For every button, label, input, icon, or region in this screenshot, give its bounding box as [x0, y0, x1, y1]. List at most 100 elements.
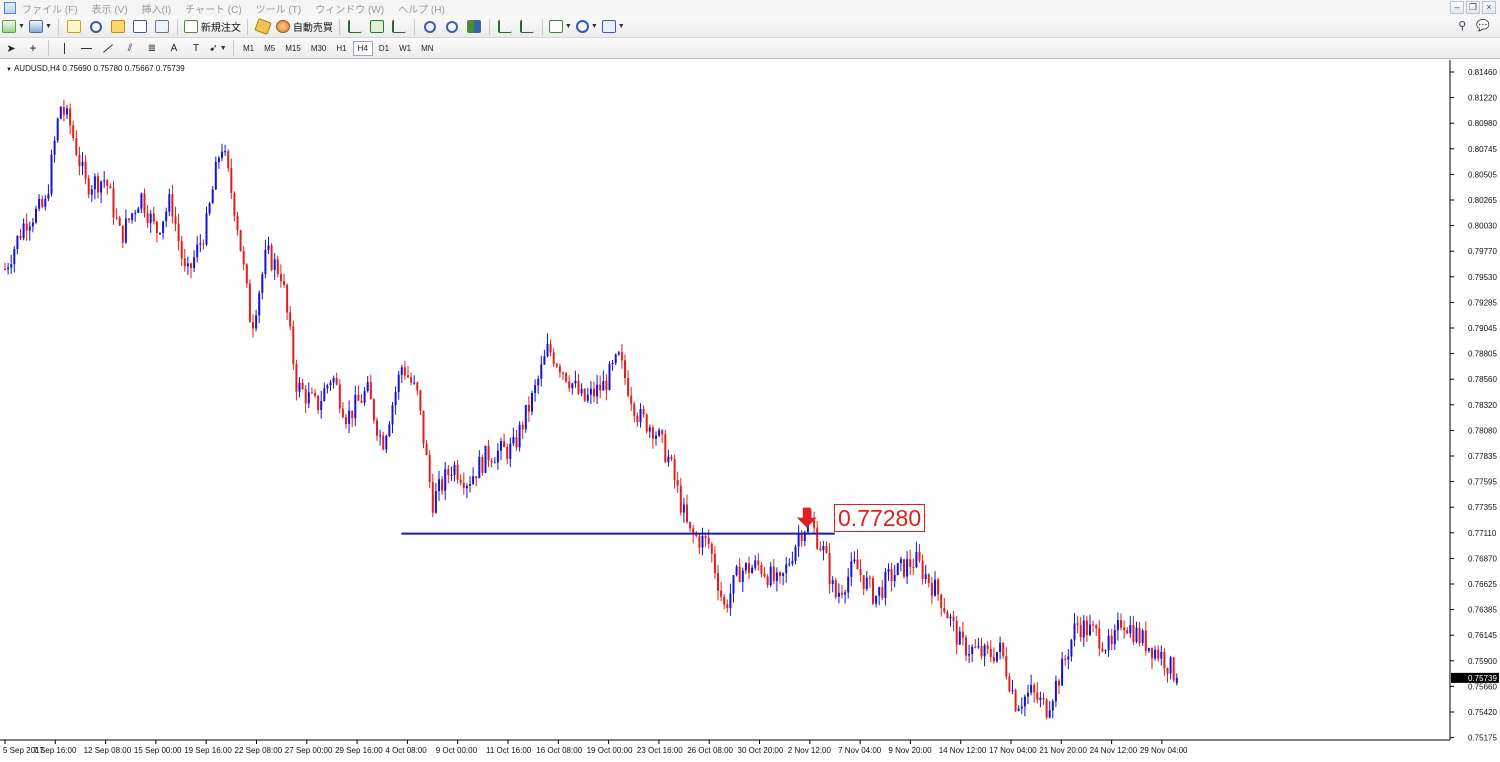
candle-body — [974, 646, 977, 648]
candle-body — [704, 535, 707, 538]
new-chart-button[interactable]: ▼ — [2, 18, 25, 36]
menu-file[interactable]: ファイル (F) — [22, 1, 78, 16]
new-order-button[interactable]: 新規注文 — [183, 18, 241, 36]
candle-body — [326, 385, 329, 389]
timeframe-d1[interactable]: D1 — [375, 42, 393, 55]
candle-body — [345, 417, 347, 424]
fibonacci-button[interactable]: ≣ — [143, 39, 161, 57]
indicators-button[interactable]: ▼ — [548, 18, 572, 36]
candle-body — [388, 424, 391, 437]
candle-body — [713, 553, 716, 574]
candle-body — [25, 223, 28, 231]
candle-body — [754, 560, 757, 568]
chart-window[interactable]: 0.81460 0.81220 0.80980 0.80745 0.80505 0.802… — [0, 60, 1500, 762]
channel-button[interactable]: ⫽ — [121, 39, 139, 57]
auto-scroll-icon — [519, 20, 534, 33]
timeframe-w1[interactable]: W1 — [395, 42, 415, 55]
timeframe-m15[interactable]: M15 — [281, 42, 305, 55]
meta-editor-button[interactable] — [254, 17, 272, 36]
navigator-button[interactable] — [109, 18, 127, 36]
candle-body — [236, 215, 239, 231]
candle-body — [255, 315, 258, 329]
candle-body — [1020, 706, 1023, 709]
menu-charts[interactable]: チャート (C) — [185, 1, 242, 16]
candle-body — [909, 559, 912, 568]
text-label-button[interactable]: T — [187, 39, 205, 57]
menu-help[interactable]: ヘルプ (H) — [398, 1, 445, 16]
vertical-line-button[interactable] — [55, 39, 73, 57]
price-tick-label: 0.81460 — [1468, 68, 1497, 77]
menu-window[interactable]: ウィンドウ (W) — [315, 1, 384, 16]
terminal-button[interactable] — [131, 18, 149, 36]
restore-button[interactable]: ❐ — [1466, 1, 1480, 14]
time-tick-label: 7 Sep 16:00 — [33, 746, 77, 755]
price-tick-label: 0.78080 — [1468, 426, 1497, 435]
text-button[interactable]: A — [165, 39, 183, 57]
auto-scroll-button[interactable] — [518, 18, 536, 36]
menu-tools[interactable]: ツール (T) — [256, 1, 302, 16]
trendline-button[interactable] — [99, 39, 117, 57]
crosshair-button[interactable]: + — [24, 39, 42, 57]
minimize-button[interactable]: – — [1450, 1, 1464, 14]
candle-body — [363, 391, 366, 403]
line-chart-button[interactable] — [390, 18, 408, 36]
chart-shift-button[interactable] — [496, 18, 514, 36]
search-icon[interactable]: ⚲ — [1458, 19, 1466, 32]
candle-body — [648, 427, 651, 432]
chevron-down-icon: ▼ — [44, 23, 52, 30]
clock-icon — [575, 20, 589, 33]
candle-body — [903, 559, 905, 577]
candle-body — [323, 388, 326, 402]
candle-body — [586, 394, 589, 401]
candle-body — [44, 198, 47, 207]
candle-body — [893, 575, 896, 582]
time-tick-label: 27 Sep 00:00 — [285, 746, 333, 755]
templates-button[interactable]: ▼ — [601, 18, 625, 36]
cursor-button[interactable]: ➤ — [2, 39, 20, 57]
candle-body — [896, 563, 899, 576]
price-tick-label: 0.75175 — [1468, 734, 1497, 743]
timeframe-mn[interactable]: MN — [417, 42, 437, 55]
zoom-in-button[interactable] — [421, 18, 439, 36]
candle-body — [661, 430, 664, 435]
horizontal-line-button[interactable] — [77, 39, 95, 57]
new-order-label: 新規注文 — [200, 23, 241, 34]
timeframe-h1[interactable]: H1 — [332, 42, 350, 55]
tile-windows-button[interactable] — [465, 18, 483, 36]
candle-body — [782, 573, 785, 576]
market-watch-button[interactable] — [65, 18, 83, 36]
profiles-button[interactable]: ▼ — [28, 18, 52, 36]
candle-body — [90, 189, 93, 195]
candle-body — [1061, 658, 1064, 686]
candlestick-button[interactable] — [368, 18, 386, 36]
menu-view[interactable]: 表示 (V) — [92, 1, 128, 16]
candle-body — [1154, 649, 1157, 659]
candle-body — [152, 213, 155, 222]
candle-body — [481, 457, 484, 473]
zoom-out-button[interactable] — [443, 18, 461, 36]
candle-body — [416, 382, 419, 391]
candle-body — [971, 646, 974, 655]
candle-body — [862, 575, 865, 590]
strategy-tester-button[interactable] — [153, 18, 171, 36]
timeframe-m5[interactable]: M5 — [260, 42, 279, 55]
candle-body — [760, 564, 763, 574]
timeframe-m30[interactable]: M30 — [307, 42, 331, 55]
chat-icon[interactable]: 💬 — [1476, 19, 1490, 32]
price-chart[interactable]: 0.81460 0.81220 0.80980 0.80745 0.80505 0.802… — [0, 60, 1500, 762]
data-window-button[interactable] — [87, 18, 105, 36]
arrows-button[interactable]: ➹ ▼ — [209, 39, 227, 57]
candle-body — [831, 580, 834, 585]
auto-trading-button[interactable]: 自動売買 — [275, 18, 333, 36]
menu-insert[interactable]: 挿入(I) — [142, 1, 171, 16]
timeframe-h4[interactable]: H4 — [352, 40, 373, 56]
timeframe-m1[interactable]: M1 — [239, 42, 258, 55]
periods-button[interactable]: ▼ — [575, 18, 598, 36]
close-button[interactable]: × — [1482, 1, 1496, 14]
candle-body — [655, 435, 657, 439]
candle-body — [744, 563, 747, 571]
candle-body — [171, 194, 174, 217]
bar-chart-button[interactable] — [346, 18, 364, 36]
candle-body — [992, 656, 995, 662]
candle-body — [775, 572, 778, 582]
